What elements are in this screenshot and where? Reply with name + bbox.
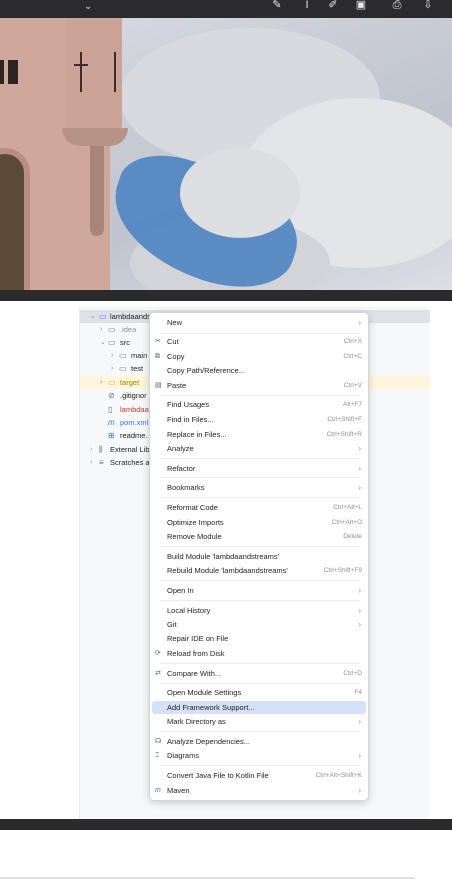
dependencies-icon: ☊ <box>155 738 162 745</box>
viewer-toolbar: ⌄ ✎ I ✐ ▣ ⎙ ⇩ <box>0 0 452 18</box>
divider-band <box>0 290 452 301</box>
folder-icon: ▭ <box>119 351 127 360</box>
maven-icon: m <box>155 787 161 794</box>
menu-item-compare-with[interactable]: ⇄ Compare With... Ctrl+D <box>150 667 368 680</box>
save-icon[interactable]: ⇩ <box>421 0 435 12</box>
context-menu: New › ✂ Cut Ctrl+X ⧉ Copy Ctrl+C Copy Path/Re… <box>149 312 369 801</box>
copy-icon: ⧉ <box>155 353 160 360</box>
chevron-right-icon: › <box>358 483 361 492</box>
menu-item-open-in[interactable]: Open In › <box>150 584 368 597</box>
menu-item-repair-ide[interactable]: Repair IDE on File <box>150 632 368 645</box>
folder-icon: ▭ <box>108 325 116 334</box>
chevron-right-icon: › <box>358 444 361 453</box>
divider-band-bottom <box>0 819 452 830</box>
menu-item-reload-from-disk[interactable]: ⟳ Reload from Disk <box>150 647 368 660</box>
highlight-icon[interactable]: ✎ <box>270 0 284 12</box>
compare-icon: ⇄ <box>155 670 161 677</box>
menu-item-reformat-code[interactable]: Reformat Code Ctrl+Alt+L <box>150 501 368 514</box>
chevron-right-icon: › <box>358 464 361 473</box>
chevron-down-icon[interactable]: ⌄ <box>84 1 92 12</box>
maven-icon: m <box>108 418 115 427</box>
menu-item-find-in-files[interactable]: Find in Files... Ctrl+Shift+F <box>150 413 368 426</box>
menu-item-local-history[interactable]: Local History › <box>150 604 368 617</box>
menu-item-mark-directory-as[interactable]: Mark Directory as › <box>150 715 368 728</box>
menu-item-find-usages[interactable]: Find Usages Alt+F7 <box>150 398 368 411</box>
castle-photo <box>0 18 452 290</box>
image-icon[interactable]: ▣ <box>354 0 368 12</box>
markdown-icon: ⊞ <box>108 431 115 440</box>
chevron-right-icon: › <box>358 717 361 726</box>
folder-icon: ▭ <box>108 338 116 347</box>
menu-item-refactor[interactable]: Refactor › <box>150 462 368 475</box>
menu-item-add-framework-support[interactable]: Add Framework Support... <box>152 701 366 714</box>
chevron-right-icon: › <box>358 786 361 795</box>
reload-icon: ⟳ <box>155 650 161 657</box>
chevron-right-icon: › <box>358 620 361 629</box>
menu-item-open-module-settings[interactable]: Open Module Settings F4 <box>150 686 368 699</box>
print-icon[interactable]: ⎙ <box>390 0 404 12</box>
menu-item-convert-java-kotlin[interactable]: Convert Java File to Kotlin File Ctrl+Alt… <box>150 769 368 782</box>
clipboard-icon: ▤ <box>155 382 162 389</box>
chevron-right-icon: › <box>358 751 361 760</box>
menu-item-maven[interactable]: m Maven › <box>150 784 368 797</box>
menu-item-diagrams[interactable]: ⌶ Diagrams › <box>150 749 368 762</box>
menu-item-paste[interactable]: ▤ Paste Ctrl+V <box>150 379 368 392</box>
draw-icon[interactable]: ✐ <box>326 0 340 12</box>
chevron-right-icon: › <box>358 318 361 327</box>
menu-item-git[interactable]: Git › <box>150 618 368 631</box>
file-icon: ▯ <box>108 405 113 414</box>
menu-item-build-module[interactable]: Build Module 'lambdaandstreams' <box>150 550 368 563</box>
menu-item-analyze[interactable]: Analyze › <box>150 442 368 455</box>
module-folder-icon: ▭ <box>99 312 107 321</box>
scratches-icon: ≡ <box>99 458 104 467</box>
ignore-file-icon: ⊘ <box>108 391 115 400</box>
chevron-right-icon: › <box>358 586 361 595</box>
diagram-icon: ⌶ <box>155 752 160 759</box>
menu-item-remove-module[interactable]: Remove Module Delete <box>150 530 368 543</box>
menu-item-cut[interactable]: ✂ Cut Ctrl+X <box>150 335 368 348</box>
castle-tower <box>0 18 128 290</box>
folder-icon: ▭ <box>108 378 116 387</box>
menu-item-analyze-dependencies[interactable]: ☊ Analyze Dependencies... <box>150 735 368 748</box>
menu-item-optimize-imports[interactable]: Optimize Imports Ctrl+Alt+O <box>150 516 368 529</box>
horizontal-scrollbar[interactable] <box>0 877 415 879</box>
scissors-icon: ✂ <box>155 338 161 345</box>
menu-item-replace-in-files[interactable]: Replace in Files... Ctrl+Shift+R <box>150 428 368 441</box>
menu-item-rebuild-module[interactable]: Rebuild Module 'lambdaandstreams' Ctrl+Sh… <box>150 564 368 577</box>
text-icon[interactable]: I <box>300 0 314 12</box>
library-icon: ⫼ <box>99 445 103 454</box>
menu-item-new[interactable]: New › <box>150 316 368 329</box>
menu-item-copy[interactable]: ⧉ Copy Ctrl+C <box>150 350 368 363</box>
chevron-right-icon: › <box>358 606 361 615</box>
folder-icon: ▭ <box>119 364 127 373</box>
menu-item-copy-path[interactable]: Copy Path/Reference... <box>150 364 368 377</box>
menu-item-bookmarks[interactable]: Bookmarks › <box>150 481 368 494</box>
